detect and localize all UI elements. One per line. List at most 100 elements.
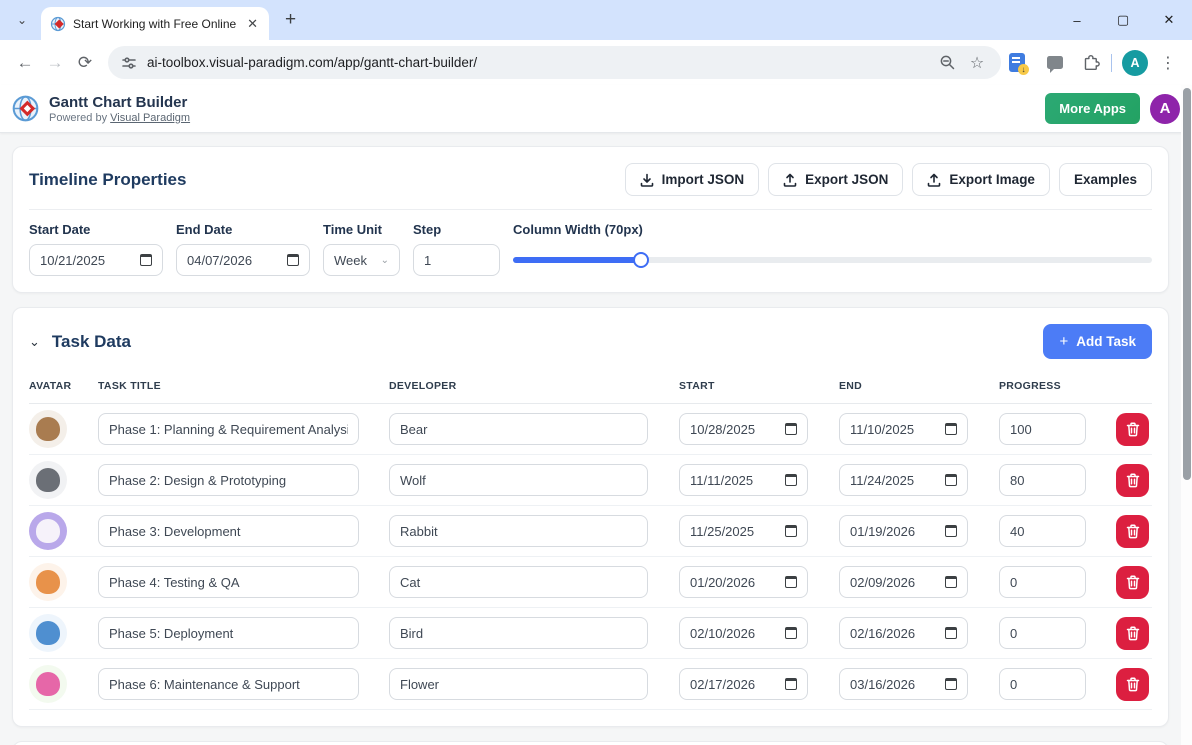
url-text[interactable]: ai-toolbox.visual-paradigm.com/app/gantt… [147,55,929,70]
end-date-input[interactable]: 11/24/2025 [839,464,968,496]
task-title-input[interactable] [98,566,359,598]
developer-input[interactable] [389,566,648,598]
avatar [29,512,67,550]
slider-thumb[interactable] [632,252,649,268]
delete-task-button[interactable] [1116,565,1149,599]
developer-input[interactable] [389,413,648,445]
tab-close-icon[interactable]: ✕ [245,16,260,32]
end-date-input[interactable]: 03/16/2026 [839,668,968,700]
live-preview-card: Live Preview [12,741,1169,745]
progress-input[interactable] [999,413,1086,445]
developer-input[interactable] [389,515,648,547]
developer-input[interactable] [389,464,648,496]
delete-task-button[interactable] [1116,412,1149,446]
table-row: 10/28/2025 11/10/2025 [29,404,1152,455]
zoom-out-icon[interactable] [939,54,956,71]
calendar-icon[interactable] [785,525,797,537]
progress-input[interactable] [999,668,1086,700]
progress-input[interactable] [999,464,1086,496]
calendar-icon[interactable] [945,576,957,588]
timeline-properties-title: Timeline Properties [29,169,187,189]
delete-task-button[interactable] [1116,514,1149,548]
app-title: Gantt Chart Builder [49,93,188,111]
page-scrollbar[interactable] [1181,85,1192,745]
start-date-input[interactable]: 11/25/2025 [679,515,808,547]
collapse-chevron-icon[interactable]: ⌄ [29,334,40,350]
task-title-input[interactable] [98,464,359,496]
app-header: Gantt Chart Builder Powered by Visual Pa… [0,85,1192,133]
end-date-input[interactable]: 01/19/2026 [839,515,968,547]
calendar-icon[interactable] [945,627,957,639]
chevron-down-icon: ⌄ [380,254,389,266]
end-date-input[interactable] [176,244,310,276]
forward-icon[interactable]: → [40,48,70,78]
close-button[interactable]: ✕ [1146,12,1192,28]
address-bar[interactable]: ai-toolbox.visual-paradigm.com/app/gantt… [108,46,1001,79]
trash-icon [1126,422,1140,437]
calendar-icon[interactable] [287,254,299,266]
developer-input[interactable] [389,617,648,649]
examples-button[interactable]: Examples [1058,163,1152,196]
calendar-icon[interactable] [785,627,797,639]
browser-titlebar: ⌄ Start Working with Free Online ✕ + – ▢… [0,0,1192,40]
browser-profile-avatar[interactable]: A [1122,49,1148,76]
more-apps-button[interactable]: More Apps [1045,93,1140,124]
end-date-label: End Date [176,222,233,237]
delete-task-button[interactable] [1116,667,1149,701]
tab-search-button[interactable]: ⌄ [9,7,35,33]
start-date-input[interactable]: 02/17/2026 [679,668,808,700]
minimize-button[interactable]: – [1054,13,1100,28]
add-task-button[interactable]: + Add Task [1043,324,1152,359]
task-title-input[interactable] [98,668,359,700]
calendar-icon[interactable] [785,474,797,486]
task-title-input[interactable] [98,617,359,649]
start-date-input[interactable]: 11/11/2025 [679,464,808,496]
site-settings-icon[interactable] [121,55,137,71]
task-title-input[interactable] [98,515,359,547]
import-json-button[interactable]: Import JSON [624,163,760,196]
delete-task-button[interactable] [1116,616,1149,650]
reading-mode-icon[interactable]: ↓ [1009,53,1029,75]
upload-icon [927,173,941,187]
export-json-button[interactable]: Export JSON [768,163,904,196]
column-width-slider[interactable] [513,252,1152,268]
start-date-input[interactable]: 02/10/2026 [679,617,808,649]
start-date-input[interactable]: 10/28/2025 [679,413,808,445]
calendar-icon[interactable] [945,525,957,537]
calendar-icon[interactable] [945,474,957,486]
maximize-button[interactable]: ▢ [1100,12,1146,28]
start-date-input[interactable]: 01/20/2026 [679,566,808,598]
time-unit-select[interactable]: Week ⌄ [323,244,400,276]
end-date-input[interactable]: 11/10/2025 [839,413,968,445]
delete-task-button[interactable] [1116,463,1149,497]
browser-menu-icon[interactable]: ⋮ [1154,53,1182,73]
progress-input[interactable] [999,617,1086,649]
bookmark-star-icon[interactable]: ☆ [966,48,988,78]
calendar-icon[interactable] [140,254,152,266]
start-date-input[interactable] [29,244,163,276]
developer-input[interactable] [389,668,648,700]
progress-input[interactable] [999,566,1086,598]
calendar-icon[interactable] [945,678,957,690]
calendar-icon[interactable] [785,576,797,588]
new-tab-button[interactable]: + [285,9,296,31]
user-avatar[interactable]: A [1150,93,1180,124]
step-input[interactable] [413,244,500,276]
back-icon[interactable]: ← [10,48,40,78]
visual-paradigm-link[interactable]: Visual Paradigm [110,112,190,124]
page-content: Timeline Properties Import JSON Export J… [0,133,1181,745]
calendar-icon[interactable] [945,423,957,435]
end-date-input[interactable]: 02/09/2026 [839,566,968,598]
task-title-input[interactable] [98,413,359,445]
progress-input[interactable] [999,515,1086,547]
comment-icon[interactable] [1047,56,1063,73]
extensions-icon[interactable] [1083,54,1101,72]
end-date-input[interactable]: 02/16/2026 [839,617,968,649]
toolbar-separator [1111,53,1112,72]
export-image-button[interactable]: Export Image [912,163,1050,196]
browser-tab[interactable]: Start Working with Free Online ✕ [41,7,269,40]
scrollbar-thumb[interactable] [1182,88,1191,480]
calendar-icon[interactable] [785,678,797,690]
reload-icon[interactable]: ⟳ [70,48,100,78]
calendar-icon[interactable] [785,423,797,435]
